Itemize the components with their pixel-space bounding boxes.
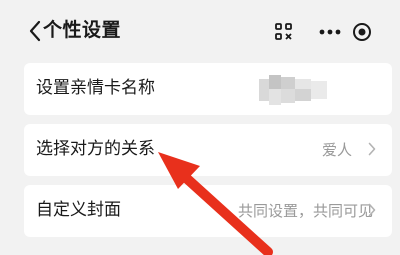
annotation-arrow bbox=[158, 152, 273, 255]
